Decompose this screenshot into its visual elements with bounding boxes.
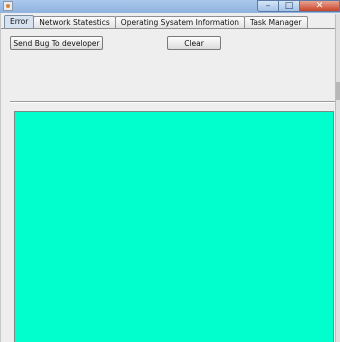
error-output-area[interactable] <box>14 111 334 342</box>
tab-error[interactable]: Error <box>4 15 35 28</box>
minimize-button[interactable]: – <box>257 0 279 12</box>
clear-button[interactable]: Clear <box>167 36 221 50</box>
tab-task-manager[interactable]: Task Manager <box>244 16 308 28</box>
error-tab-panel: Send Bug To developer Clear <box>1 29 340 342</box>
close-button[interactable]: ✕ <box>300 0 340 12</box>
java-cup-icon <box>3 1 13 11</box>
send-bug-button[interactable]: Send Bug To developer <box>10 36 103 50</box>
title-bar[interactable]: – □ ✕ <box>0 0 340 14</box>
vertical-scrollbar[interactable] <box>335 14 340 342</box>
app-window: – □ ✕ Error Network Statestics Operating… <box>0 0 340 342</box>
content-frame: Error Network Statestics Operating Sysat… <box>0 13 340 342</box>
maximize-button[interactable]: □ <box>279 0 300 12</box>
tab-network-statestics[interactable]: Network Statestics <box>33 16 116 28</box>
separator <box>10 101 336 103</box>
scrollbar-thumb[interactable] <box>336 82 340 100</box>
window-controls: – □ ✕ <box>257 0 340 13</box>
tab-operating-system-information[interactable]: Operating Sysatem Information <box>114 16 246 28</box>
tab-strip: Error Network Statestics Operating Sysat… <box>4 15 308 28</box>
